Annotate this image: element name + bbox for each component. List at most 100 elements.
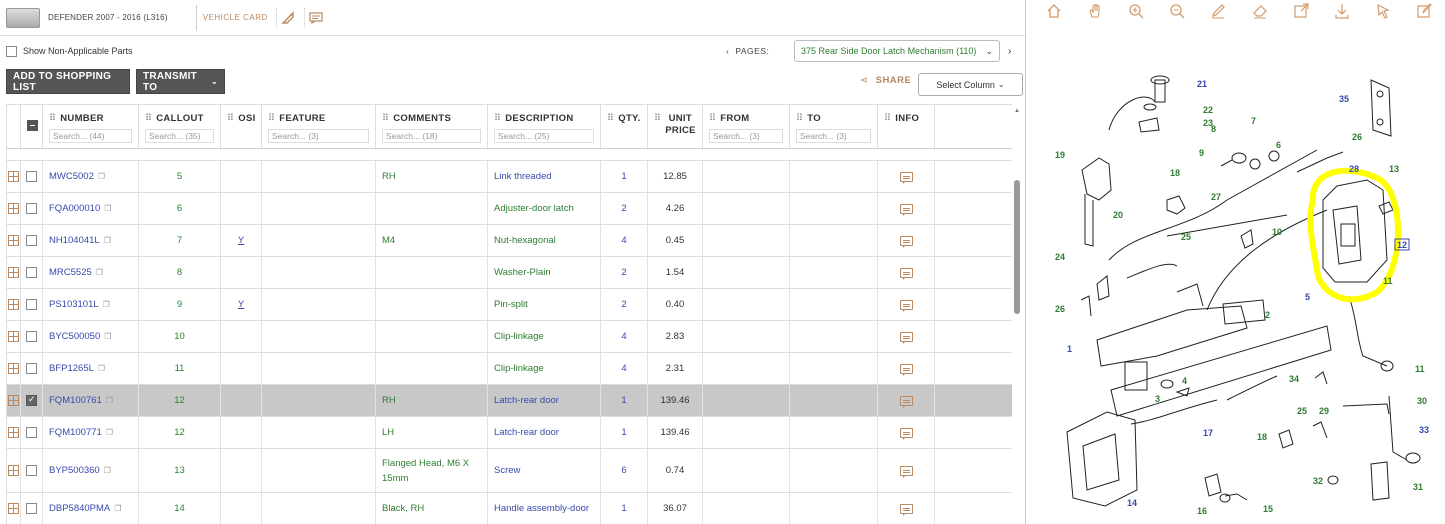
info-comment-icon[interactable] — [899, 427, 913, 440]
pen-icon[interactable] — [1198, 0, 1239, 22]
callout-9[interactable]: 9 — [1199, 148, 1204, 158]
part-number-link[interactable]: NH104041L — [43, 235, 100, 246]
edit-icon[interactable] — [1404, 0, 1445, 22]
callout-8[interactable]: 8 — [1211, 124, 1216, 134]
callout-16[interactable]: 16 — [1197, 506, 1207, 516]
expand-row-icon[interactable] — [8, 299, 19, 310]
info-comment-icon[interactable] — [899, 171, 913, 184]
table-row[interactable]: DBP5840PMA ❐ 14 Black, RH Handle assembly-do… — [7, 493, 1012, 524]
row-select-checkbox[interactable] — [26, 299, 37, 310]
row-select-checkbox[interactable] — [26, 363, 37, 374]
row-select-checkbox[interactable] — [26, 235, 37, 246]
osi-link[interactable]: Y — [238, 299, 244, 310]
callout-1[interactable]: 1 — [1067, 344, 1072, 354]
callout-26[interactable]: 26 — [1352, 132, 1362, 142]
callout-4[interactable]: 4 — [1182, 376, 1187, 386]
callout-24[interactable]: 24 — [1055, 252, 1065, 262]
copy-icon[interactable]: ❐ — [104, 332, 111, 341]
column-search-number[interactable]: Search... (44) — [49, 129, 132, 143]
callout-33[interactable]: 33 — [1419, 425, 1429, 435]
callout-14[interactable]: 14 — [1127, 498, 1137, 508]
row-select-checkbox[interactable] — [26, 427, 37, 438]
column-search-from[interactable]: Search... (3) — [709, 129, 783, 143]
share-button[interactable]: ⋖ SHARE — [860, 75, 911, 86]
part-number-link[interactable]: DBP5840PMA — [43, 503, 110, 514]
eraser-icon[interactable] — [1239, 0, 1280, 22]
drag-handle-icon[interactable]: ⠿ — [49, 113, 56, 124]
table-row[interactable]: BFP1265L ❐ 11 Clip-linkage 4 2.31 — [7, 353, 1012, 385]
copy-icon[interactable]: ❐ — [104, 236, 111, 245]
callout-18[interactable]: 18 — [1170, 168, 1180, 178]
expand-row-icon[interactable] — [8, 203, 19, 214]
drag-handle-icon[interactable]: ⠿ — [884, 113, 891, 124]
part-number-link[interactable]: FQM100761 — [43, 395, 102, 406]
callout-5[interactable]: 5 — [1305, 292, 1310, 302]
callout-35[interactable]: 35 — [1339, 94, 1349, 104]
table-scrollbar[interactable]: ▲ — [1013, 108, 1021, 524]
expand-row-icon[interactable] — [8, 427, 19, 438]
next-page-icon[interactable]: › — [1008, 46, 1011, 57]
column-header-unit-price[interactable]: ⠿ UNIT PRICE — [648, 105, 703, 150]
info-comment-icon[interactable] — [899, 299, 913, 312]
table-row[interactable]: NH104041L ❐ 7 Y M4 Nut-hexagonal 4 0.45 — [7, 225, 1012, 257]
expand-row-icon[interactable] — [8, 171, 19, 182]
table-row[interactable]: MWC5002 ❐ 5 RH Link threaded 1 12.85 — [7, 161, 1012, 193]
expand-row-icon[interactable] — [8, 395, 19, 406]
pointer-icon[interactable] — [1363, 0, 1404, 22]
copy-icon[interactable]: ❐ — [98, 172, 105, 181]
exploded-parts-diagram[interactable]: 212223358762691928 1318272010252412511262… — [1027, 60, 1445, 524]
info-comment-icon[interactable] — [899, 267, 913, 280]
callout-21[interactable]: 21 — [1197, 79, 1207, 89]
callout-30[interactable]: 30 — [1417, 396, 1427, 406]
table-row[interactable]: BYC500050 ❐ 10 Clip-linkage 4 2.83 — [7, 321, 1012, 353]
callout-18[interactable]: 18 — [1257, 432, 1267, 442]
column-header-number[interactable]: ⠿ NUMBER Search... (44) — [43, 105, 139, 150]
column-search-callout[interactable]: Search... (35) — [145, 129, 214, 143]
copy-icon[interactable]: ❐ — [96, 268, 103, 277]
callout-17[interactable]: 17 — [1203, 428, 1213, 438]
row-select-checkbox[interactable] — [26, 503, 37, 514]
column-header-callout[interactable]: ⠿ CALLOUT Search... (35) — [139, 105, 221, 150]
copy-icon[interactable]: ❐ — [98, 364, 105, 373]
callout-31[interactable]: 31 — [1413, 482, 1423, 492]
table-row[interactable]: BYP500360 ❐ 13 Flanged Head, M6 X 15mm Screw… — [7, 449, 1012, 493]
pages-select[interactable]: 375 Rear Side Door Latch Mechanism (110)… — [794, 40, 1000, 62]
expand-row-icon[interactable] — [8, 363, 19, 374]
copy-icon[interactable]: ❐ — [106, 396, 113, 405]
part-number-link[interactable]: FQM100771 — [43, 427, 102, 438]
table-row[interactable]: PS103101L ❐ 9 Y Pin-split 2 0.40 — [7, 289, 1012, 321]
part-number-link[interactable]: PS103101L — [43, 299, 99, 310]
drag-handle-icon[interactable]: ⠿ — [796, 113, 803, 124]
row-select-checkbox[interactable] — [26, 171, 37, 182]
zoom-in-icon[interactable] — [1115, 0, 1156, 22]
drag-handle-icon[interactable]: ⠿ — [145, 113, 152, 124]
prev-page-icon[interactable]: ‹ — [726, 46, 729, 56]
info-comment-icon[interactable] — [899, 465, 913, 478]
copy-icon[interactable]: ❐ — [104, 466, 111, 475]
copy-icon[interactable]: ❐ — [103, 300, 110, 309]
info-comment-icon[interactable] — [899, 363, 913, 376]
callout-34[interactable]: 34 — [1289, 374, 1299, 384]
callout-6[interactable]: 6 — [1276, 140, 1281, 150]
callout-3[interactable]: 3 — [1155, 394, 1160, 404]
info-comment-icon[interactable] — [899, 235, 913, 248]
tag-icon[interactable] — [275, 7, 296, 28]
copy-icon[interactable]: ❐ — [114, 504, 121, 513]
callout-25[interactable]: 25 — [1297, 406, 1307, 416]
expand-row-icon[interactable] — [8, 235, 19, 246]
comment-icon[interactable] — [303, 7, 324, 28]
info-comment-icon[interactable] — [899, 503, 913, 516]
select-column-dropdown[interactable]: Select Column ⌄ — [918, 73, 1023, 96]
info-comment-icon[interactable] — [899, 331, 913, 344]
part-number-link[interactable]: BYP500360 — [43, 465, 100, 476]
row-select-checkbox[interactable] — [26, 331, 37, 342]
table-row[interactable]: FQM100771 ❐ 12 LH Latch-rear door 1 139.46 — [7, 417, 1012, 449]
expand-row-icon[interactable] — [8, 465, 19, 476]
drag-handle-icon[interactable]: ⠿ — [607, 113, 614, 124]
callout-2[interactable]: 2 — [1265, 310, 1270, 320]
column-header-to[interactable]: ⠿ TO Search... (3) — [790, 105, 878, 150]
callout-11[interactable]: 11 — [1383, 276, 1393, 286]
transmit-to-button[interactable]: TRANSMIT TO ⌄ — [136, 69, 225, 94]
vehicle-thumbnail-icon[interactable] — [6, 7, 40, 28]
callout-7[interactable]: 7 — [1251, 116, 1256, 126]
